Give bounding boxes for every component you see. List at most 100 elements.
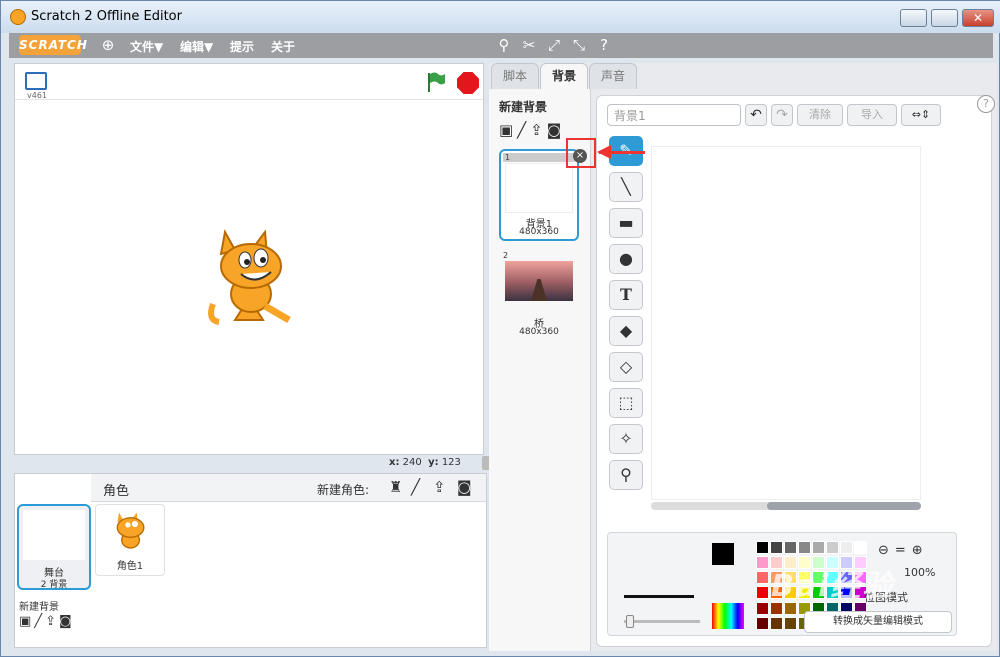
line-tool-icon[interactable]: ╲ xyxy=(609,172,643,202)
stage-bg-count: 2 背景 xyxy=(40,580,68,590)
stop-icon[interactable] xyxy=(457,72,479,94)
camera-icon[interactable]: ◙ xyxy=(457,478,472,496)
backdrop-size: 480x360 xyxy=(519,327,559,337)
tab-scripts[interactable]: 脚本 xyxy=(491,63,539,89)
bridge-shape xyxy=(531,279,547,301)
help-icon[interactable]: ? xyxy=(595,36,613,54)
new-sprite-label: 新建角色: xyxy=(317,483,370,497)
palette-swatch[interactable] xyxy=(854,541,867,554)
scrollbar-thumb[interactable] xyxy=(767,502,921,510)
palette-swatch[interactable] xyxy=(756,601,769,615)
backdrop-list: 新建背景 ▣╱⇪◙ 1 × 背景1 480x360 2 桥 480x360 xyxy=(489,89,591,651)
flip-icons[interactable]: ⇔⇕ xyxy=(901,104,941,126)
cat-thumb-icon xyxy=(116,512,145,549)
bridge-thumbnail xyxy=(505,261,573,301)
slider-thumb[interactable] xyxy=(626,615,634,628)
window-title: Scratch 2 Offline Editor xyxy=(31,9,182,24)
backdrop-size: 480x360 xyxy=(519,227,559,237)
primary-color-swatch[interactable] xyxy=(712,543,734,565)
tab-sounds[interactable]: 声音 xyxy=(589,63,637,89)
palette-swatch[interactable] xyxy=(826,541,839,554)
palette-swatch[interactable] xyxy=(756,586,769,600)
backdrop-thumb-blank xyxy=(505,163,573,213)
palette-swatch[interactable] xyxy=(756,616,769,630)
palette-swatch[interactable] xyxy=(784,541,797,554)
clear-button[interactable]: 清除 xyxy=(797,104,843,126)
close-window-button[interactable]: ✕ xyxy=(962,9,994,27)
upload-icon[interactable]: ⇪ xyxy=(433,478,446,496)
minimize-button[interactable] xyxy=(900,9,927,27)
menu-tips[interactable]: 提示 xyxy=(230,38,254,55)
duplicate-stamp-icon[interactable]: ⚲ xyxy=(495,36,513,54)
stage-toolbar: v461 xyxy=(15,64,483,100)
line-width-slider[interactable] xyxy=(624,615,700,628)
color-picker-icon[interactable] xyxy=(712,603,744,629)
undo-icon[interactable]: ↶ xyxy=(745,104,767,126)
annotation-arrow-head xyxy=(597,145,611,159)
backdrop-index: 1 xyxy=(503,153,575,162)
version-label: v461 xyxy=(27,91,48,100)
stage-preview xyxy=(23,510,85,560)
palette-swatch[interactable] xyxy=(756,571,769,585)
convert-vector-button[interactable]: 转换成矢量编辑模式 xyxy=(804,611,952,633)
fullscreen-icon[interactable] xyxy=(25,72,47,90)
zoom-level: 100% xyxy=(904,566,936,579)
fill-tool-icon[interactable]: ◆ xyxy=(609,316,643,346)
sprite-header: 角色 新建角色: ♜ ╱ ⇪ ◙ xyxy=(91,474,486,502)
new-backdrop-title: 新建背景 xyxy=(499,100,548,114)
shrink-icon[interactable]: ⤡ xyxy=(570,36,588,54)
green-flag-icon[interactable] xyxy=(425,71,447,93)
sprite-thumbnail[interactable]: 角色1 xyxy=(95,504,165,576)
menu-edit[interactable]: 编辑▼ xyxy=(180,38,213,55)
backdrop-item-2[interactable]: 2 桥 480x360 xyxy=(499,249,579,341)
palette-swatch[interactable] xyxy=(798,541,811,554)
cut-scissors-icon[interactable]: ✂ xyxy=(520,36,538,54)
scratch-cat-sprite[interactable] xyxy=(205,224,299,328)
sprite-library-icon[interactable]: ♜ xyxy=(389,478,402,496)
import-button[interactable]: 导入 xyxy=(847,104,897,126)
scratch-logo: SCRATCH xyxy=(19,35,87,55)
palette-swatch[interactable] xyxy=(770,616,783,630)
sprites-title: 角色 xyxy=(103,484,130,499)
canvas-scrollbar[interactable] xyxy=(651,502,921,510)
ellipse-tool-icon[interactable]: ● xyxy=(609,244,643,274)
palette-swatch[interactable] xyxy=(784,616,797,630)
globe-icon[interactable]: ⊕ xyxy=(99,36,117,54)
palette-swatch[interactable] xyxy=(756,541,769,554)
stage-thumbnail[interactable]: 舞台 2 背景 xyxy=(17,504,91,590)
sprite-name: 角色1 xyxy=(116,561,144,572)
sprite-pane: 角色 新建角色: ♜ ╱ ⇪ ◙ 舞台 2 背景 新建背景 ▣╱⇪◙ 角色1 xyxy=(14,473,487,648)
backdrop-source-icons[interactable]: ▣╱⇪◙ xyxy=(499,121,565,139)
palette-swatch[interactable] xyxy=(840,541,853,554)
magic-wand-icon[interactable]: ✧ xyxy=(609,424,643,454)
tab-backdrops[interactable]: 背景 xyxy=(540,63,588,89)
annotation-highlight-box xyxy=(566,138,596,168)
watermark-logo: Bai经验 xyxy=(771,569,895,604)
palette-swatch[interactable] xyxy=(812,541,825,554)
menu-about[interactable]: 关于 xyxy=(271,38,295,55)
maximize-button[interactable] xyxy=(931,9,958,27)
rectangle-tool-icon[interactable]: ▬ xyxy=(609,208,643,238)
mouse-coordinates: x: 240 y: 123 xyxy=(389,457,461,468)
help-tab-icon[interactable]: ? xyxy=(977,95,995,113)
menu-file[interactable]: 文件▼ xyxy=(130,38,163,55)
new-backdrop-label: 新建背景 xyxy=(19,602,59,613)
stamp-tool-icon[interactable]: ⚲ xyxy=(609,460,643,490)
redo-icon[interactable]: ↷ xyxy=(771,104,793,126)
menu-bar: SCRATCH ⊕ 文件▼ 编辑▼ 提示 关于 ⚲ ✂ ⤢ ⤡ ? xyxy=(9,33,993,58)
stage-panel: v461 xyxy=(14,63,484,455)
grow-icon[interactable]: ⤢ xyxy=(545,36,563,54)
zoom-controls[interactable]: ⊖=⊕ xyxy=(878,543,929,558)
backdrop-name-input[interactable] xyxy=(607,104,741,126)
paint-brush-icon[interactable]: ╱ xyxy=(411,478,420,496)
backdrop-index: 2 xyxy=(503,251,509,260)
scratch-app-icon xyxy=(10,9,26,25)
text-tool-icon[interactable]: T xyxy=(609,280,643,310)
eraser-tool-icon[interactable]: ◇ xyxy=(609,352,643,382)
line-width-preview xyxy=(624,595,694,598)
new-backdrop-icons[interactable]: ▣╱⇪◙ xyxy=(19,614,75,629)
palette-swatch[interactable] xyxy=(756,556,769,570)
select-tool-icon[interactable]: ⬚ xyxy=(609,388,643,418)
palette-swatch[interactable] xyxy=(770,541,783,554)
drawing-canvas[interactable] xyxy=(651,146,921,500)
